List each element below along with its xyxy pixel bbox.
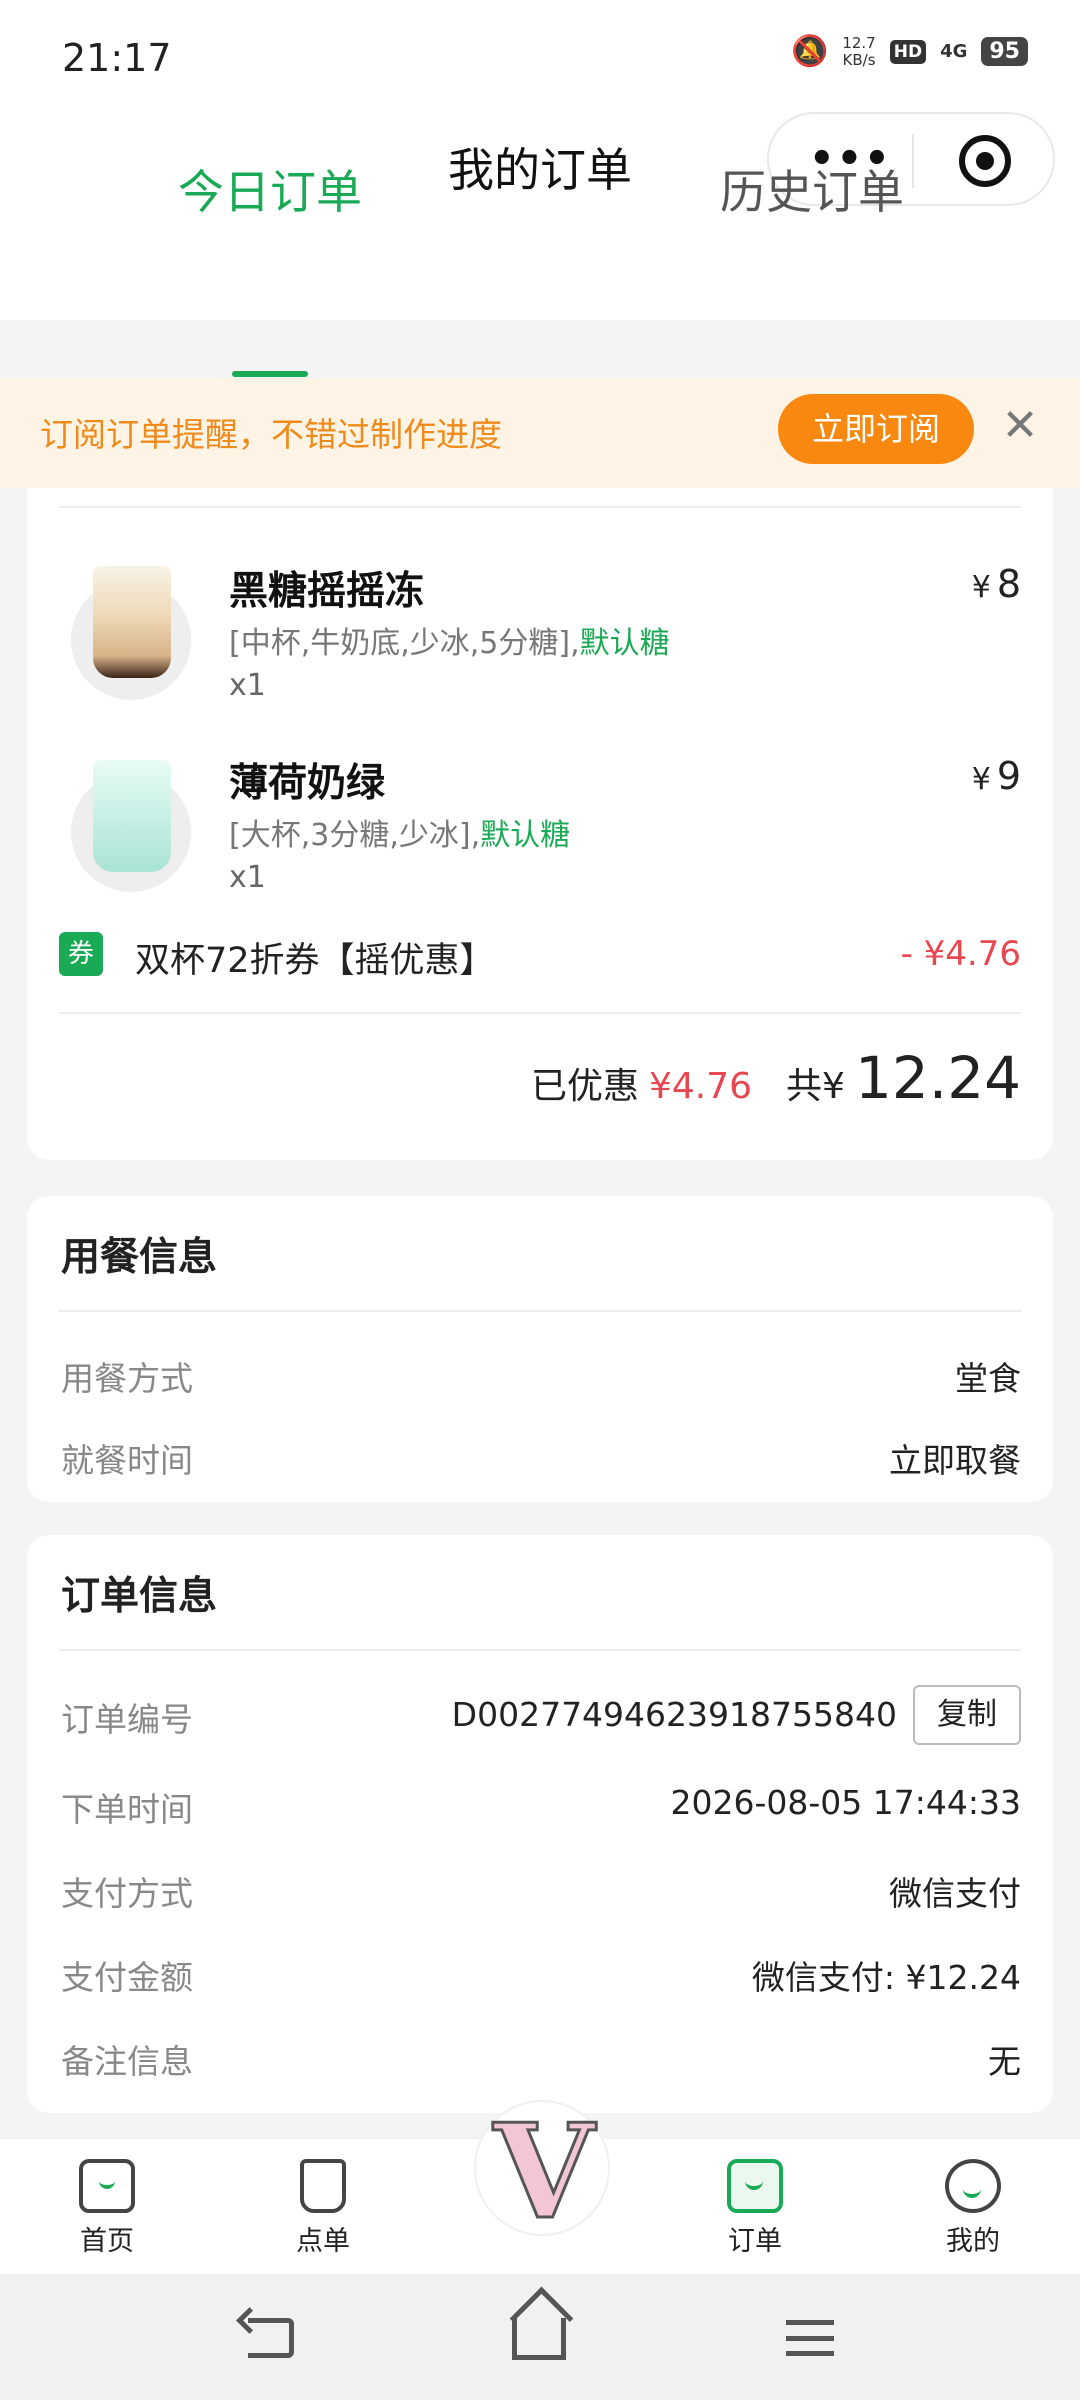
row-label: 订单编号 xyxy=(61,1700,193,1739)
system-nav-bar xyxy=(0,2274,1080,2400)
signal-icon: 4G xyxy=(940,41,968,62)
coupon-icon: 券 xyxy=(59,932,103,976)
divider xyxy=(59,1310,1021,1312)
row-label: 支付方式 xyxy=(61,1874,193,1913)
coupon-name: 双杯72折券【摇优惠】 xyxy=(135,941,495,981)
row-value: 堂食 xyxy=(955,1359,1021,1398)
saved-amount: ¥4.76 xyxy=(648,1066,753,1107)
order-item: 薄荷奶绿 [大杯,3分糖,少冰],默认糖 x1 ¥9 xyxy=(27,752,1053,942)
tabbar-item-orders[interactable]: 订单 xyxy=(695,2159,815,2258)
info-row: 下单时间 2026-08-05 17:44:33 xyxy=(27,1775,1053,1835)
net-speed: 12.7 KB/s xyxy=(842,33,876,69)
close-icon[interactable]: ✕ xyxy=(998,400,1042,452)
status-icons: 🔕 12.7 KB/s HD 4G 95 xyxy=(791,34,1028,69)
total-amount: 12.24 xyxy=(854,1044,1021,1112)
tabbar-item-profile[interactable]: 我的 xyxy=(913,2159,1033,2258)
tabbar-label: 点单 xyxy=(296,2226,350,2257)
status-bar: 21:17 🔕 12.7 KB/s HD 4G 95 xyxy=(0,0,1080,110)
item-qty: x1 xyxy=(229,668,266,703)
tabbar-label: 订单 xyxy=(728,2226,782,2257)
back-icon[interactable] xyxy=(248,2318,294,2358)
divider xyxy=(59,1012,1021,1014)
tabbar-label: 首页 xyxy=(80,2226,134,2257)
row-value: 2026-08-05 17:44:33 xyxy=(670,1783,1021,1822)
order-info-card: 订单信息 订单编号 D0027749462391875584​0 复制 下单时间… xyxy=(27,1535,1053,2113)
capsule-divider xyxy=(912,134,914,188)
order-items-card: 黑糖摇摇冻 [中杯,牛奶底,少冰,5分糖],默认糖 x1 ¥8 薄荷奶绿 [大杯… xyxy=(27,488,1053,1160)
divider xyxy=(59,506,1021,508)
item-image xyxy=(93,760,171,872)
home-nav-icon[interactable] xyxy=(512,2318,566,2360)
row-label: 下单时间 xyxy=(61,1790,193,1829)
card-title: 订单信息 xyxy=(61,1574,218,1619)
row-value: 微信支付: ¥12.24 xyxy=(751,1958,1021,1997)
info-row: 用餐方式 堂食 xyxy=(27,1344,1053,1404)
order-item: 黑糖摇摇冻 [中杯,牛奶底,少冰,5分糖],默认糖 x1 ¥8 xyxy=(27,560,1053,750)
recents-icon[interactable] xyxy=(786,2320,834,2356)
item-name: 薄荷奶绿 xyxy=(229,761,386,806)
row-value: 立即取餐 xyxy=(889,1441,1021,1480)
order-bag-icon xyxy=(727,2159,783,2213)
close-miniprogram-icon[interactable] xyxy=(959,135,1011,187)
info-row: 订单编号 D0027749462391875584​0 复制 xyxy=(27,1685,1053,1745)
battery-icon: 95 xyxy=(981,37,1028,66)
order-number: D0027749462391875584​0 xyxy=(451,1695,897,1734)
total-label: 共¥ xyxy=(786,1066,845,1107)
item-spec: [大杯,3分糖,少冰],默认糖 xyxy=(229,818,571,853)
row-value: 微信支付 xyxy=(889,1874,1021,1913)
info-row: 支付金额 微信支付: ¥12.24 xyxy=(27,1943,1053,2003)
home-icon xyxy=(79,2159,135,2213)
row-label: 就餐时间 xyxy=(61,1441,193,1480)
tabbar-item-menu[interactable]: 点单 xyxy=(263,2159,383,2258)
status-time: 21:17 xyxy=(62,36,172,80)
divider xyxy=(59,1649,1021,1651)
row-label: 用餐方式 xyxy=(61,1359,193,1398)
item-price: ¥8 xyxy=(971,562,1021,606)
coupon-amount: - ¥4.76 xyxy=(900,934,1021,974)
item-name: 黑糖摇摇冻 xyxy=(229,569,425,614)
coupon-row: 券 双杯72折券【摇优惠】 - ¥4.76 xyxy=(27,924,1053,984)
item-price: ¥9 xyxy=(971,754,1021,798)
copy-button[interactable]: 复制 xyxy=(913,1685,1021,1745)
item-qty: x1 xyxy=(229,860,266,895)
tab-today-orders[interactable]: 今日订单 xyxy=(178,156,362,222)
item-spec: [中杯,牛奶底,少冰,5分糖],默认糖 xyxy=(229,626,670,661)
row-value: 无 xyxy=(988,2042,1021,2081)
item-image xyxy=(93,566,171,678)
saved-label: 已优惠 xyxy=(530,1066,639,1107)
brand-logo-icon: V xyxy=(492,2095,596,2248)
cup-icon xyxy=(300,2159,346,2213)
row-label: 支付金额 xyxy=(61,1958,193,1997)
profile-icon xyxy=(945,2159,1001,2213)
active-tab-indicator xyxy=(232,371,308,377)
dining-info-card: 用餐信息 用餐方式 堂食 就餐时间 立即取餐 xyxy=(27,1196,1053,1502)
hd-icon: HD xyxy=(889,39,927,64)
tab-history-orders[interactable]: 历史订单 xyxy=(720,156,904,222)
info-row: 就餐时间 立即取餐 xyxy=(27,1426,1053,1486)
total-row: 已优惠 ¥4.76 共¥ 12.24 xyxy=(531,1044,1021,1112)
row-label: 备注信息 xyxy=(61,2042,193,2081)
card-title: 用餐信息 xyxy=(61,1235,218,1280)
tabbar-item-home[interactable]: 首页 xyxy=(47,2159,167,2258)
info-row: 备注信息 无 xyxy=(27,2027,1053,2087)
subscribe-notice: 订阅订单提醒，不错过制作进度 立即订阅 ✕ xyxy=(0,378,1080,488)
mute-icon: 🔕 xyxy=(790,34,829,69)
title-bar: 我的订单 ••• xyxy=(0,110,1080,320)
notice-text: 订阅订单提醒，不错过制作进度 xyxy=(40,415,502,454)
info-row: 支付方式 微信支付 xyxy=(27,1859,1053,1919)
brand-logo-button[interactable]: V xyxy=(474,2100,610,2241)
subscribe-button[interactable]: 立即订阅 xyxy=(778,394,974,464)
tabbar-label: 我的 xyxy=(946,2226,1000,2257)
